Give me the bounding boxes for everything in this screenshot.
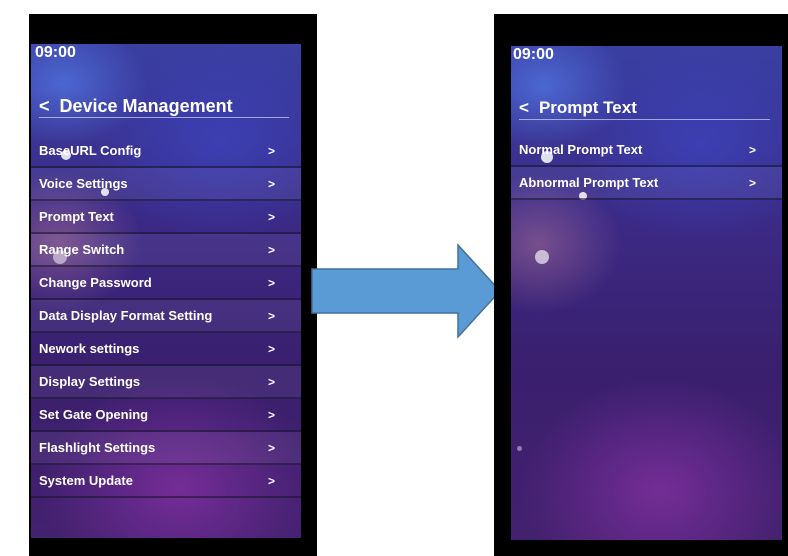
menu-item-label: System Update	[39, 473, 133, 488]
menu-item-prompt-text[interactable]: Prompt Text >	[31, 201, 301, 234]
status-time: 09:00	[513, 46, 554, 63]
menu-item-label: Data Display Format Setting	[39, 308, 213, 323]
menu-item-label: Nework settings	[39, 341, 140, 356]
bokeh-light	[535, 250, 549, 264]
menu-item-flashlight-settings[interactable]: Flashlight Settings >	[31, 432, 301, 465]
right-arrow-icon	[311, 243, 502, 339]
menu-item-change-password[interactable]: Change Password >	[31, 267, 301, 300]
page-title: Prompt Text	[538, 98, 637, 117]
chevron-right-icon: >	[267, 440, 275, 455]
menu-item-label: Range Switch	[39, 242, 125, 257]
menu-item-label: Voice Settings	[39, 176, 128, 191]
right-arrow-shape	[311, 243, 502, 339]
device-management-phone: 09:00 < Device Management BaseURL Config…	[29, 14, 317, 556]
chevron-right-icon: >	[267, 308, 275, 323]
menu-item-label: Abnormal Prompt Text	[519, 175, 659, 190]
menu-item-label: Display Settings	[39, 374, 141, 389]
menu-item-label: Normal Prompt Text	[519, 142, 643, 157]
menu-item-system-update[interactable]: System Update >	[31, 465, 301, 498]
settings-menu: BaseURL Config > Voice Settings > Prompt T…	[31, 135, 301, 498]
menu-item-label: Change Password	[39, 275, 152, 290]
menu-item-abnormal-prompt-text[interactable]: Abnormal Prompt Text >	[511, 167, 782, 200]
menu-item-display-settings[interactable]: Display Settings >	[31, 366, 301, 399]
prompt-text-screen: 09:00 < Prompt Text Normal Prompt Text > …	[511, 46, 782, 540]
menu-item-label: BaseURL Config	[39, 143, 142, 158]
chevron-right-icon: >	[748, 142, 756, 157]
chevron-right-icon: >	[267, 341, 275, 356]
chevron-right-icon: >	[267, 275, 275, 290]
header-divider	[519, 119, 770, 120]
menu-item-data-display-format[interactable]: Data Display Format Setting >	[31, 300, 301, 333]
menu-item-label: Set Gate Opening	[39, 407, 149, 422]
menu-item-network-settings[interactable]: Nework settings >	[31, 333, 301, 366]
menu-item-voice-settings[interactable]: Voice Settings >	[31, 168, 301, 201]
bokeh-light	[517, 446, 522, 451]
menu-item-baseurl-config[interactable]: BaseURL Config >	[31, 135, 301, 168]
prompt-text-phone: 09:00 < Prompt Text Normal Prompt Text > …	[494, 14, 788, 556]
page-header: < Device Management	[39, 96, 233, 117]
chevron-right-icon: >	[267, 209, 275, 224]
prompt-text-menu: Normal Prompt Text > Abnormal Prompt Text…	[511, 134, 782, 200]
menu-item-label: Flashlight Settings	[39, 440, 156, 455]
menu-item-set-gate-opening[interactable]: Set Gate Opening >	[31, 399, 301, 432]
chevron-right-icon: >	[267, 242, 275, 257]
device-management-screen: 09:00 < Device Management BaseURL Config…	[31, 44, 301, 538]
menu-item-range-switch[interactable]: Range Switch >	[31, 234, 301, 267]
chevron-right-icon: >	[267, 407, 275, 422]
chevron-left-icon[interactable]: <	[39, 96, 50, 117]
chevron-right-icon: >	[748, 175, 756, 190]
chevron-right-icon: >	[267, 143, 275, 158]
chevron-right-icon: >	[267, 374, 275, 389]
page-header: < Prompt Text	[519, 98, 637, 118]
chevron-left-icon[interactable]: <	[519, 98, 529, 118]
menu-item-label: Prompt Text	[39, 209, 114, 224]
chevron-right-icon: >	[267, 473, 275, 488]
menu-item-normal-prompt-text[interactable]: Normal Prompt Text >	[511, 134, 782, 167]
status-time: 09:00	[35, 44, 76, 61]
header-divider	[39, 117, 289, 118]
page-title: Device Management	[59, 96, 233, 116]
chevron-right-icon: >	[267, 176, 275, 191]
